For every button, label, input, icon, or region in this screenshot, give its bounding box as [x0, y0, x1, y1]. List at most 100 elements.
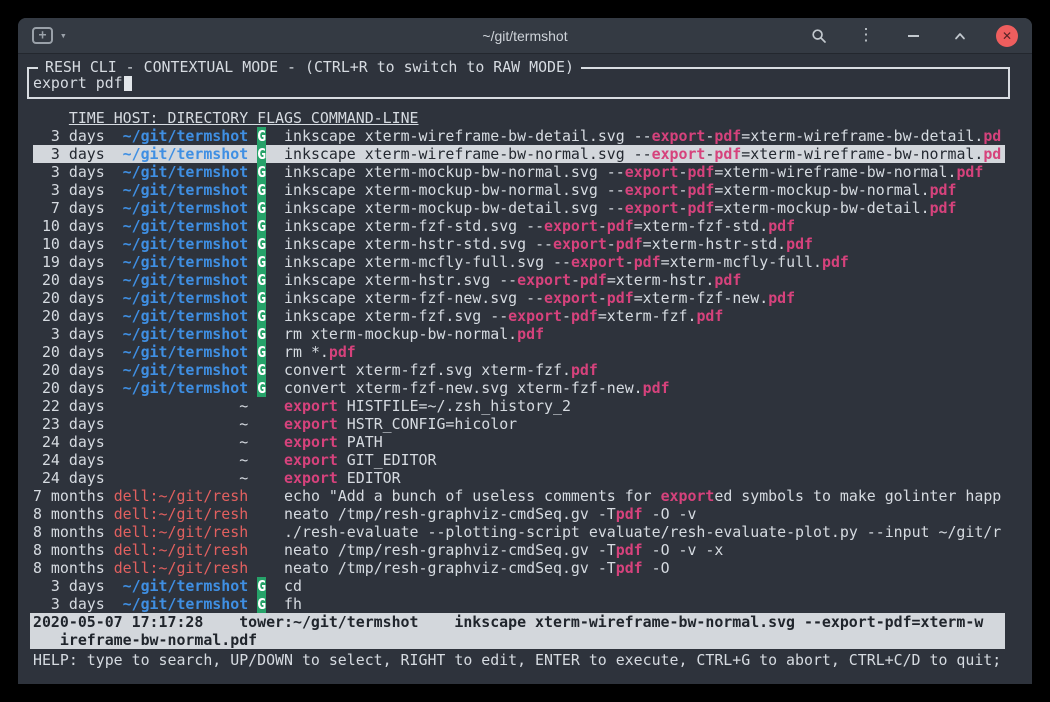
- cmd-text: -: [598, 289, 607, 307]
- spacer: [266, 199, 284, 217]
- history-row[interactable]: 10 days ~/git/termshot G inkscape xterm-…: [33, 235, 1005, 253]
- host-cell: dell:~/git/resh: [114, 505, 248, 523]
- plus-icon: +: [39, 29, 47, 42]
- cmd-match: pdf: [768, 217, 795, 235]
- spacer: [248, 181, 257, 199]
- history-row[interactable]: 3 days ~/git/termshot G rm xterm-mockup-…: [33, 325, 1005, 343]
- time-cell: 8 months: [33, 523, 114, 541]
- cmd-text: inkscape xterm-fzf.svg --: [284, 307, 508, 325]
- host-cell: ~/git/termshot: [114, 145, 248, 163]
- spacer: [266, 541, 284, 559]
- cmd-match: export: [553, 235, 607, 253]
- cmd-text: fh: [284, 595, 302, 613]
- spacer: [248, 325, 257, 343]
- git-flag: G: [257, 325, 266, 343]
- history-row[interactable]: 7 days ~/git/termshot G inkscape xterm-m…: [33, 199, 1005, 217]
- history-row[interactable]: 20 days ~/git/termshot G inkscape xterm-…: [33, 289, 1005, 307]
- history-row[interactable]: 3 days ~/git/termshot G inkscape xterm-m…: [33, 163, 1005, 181]
- host-cell: ~/git/termshot: [114, 217, 248, 235]
- history-row[interactable]: 24 days ~ export EDITOR: [33, 469, 1005, 487]
- time-cell: 24 days: [33, 433, 114, 451]
- history-row[interactable]: 20 days ~/git/termshot G rm *.pdf: [33, 343, 1005, 361]
- cmd-match: pdf: [714, 271, 741, 289]
- new-tab-button[interactable]: +: [32, 27, 53, 44]
- time-cell: 3 days: [33, 577, 114, 595]
- cmd-match: export: [284, 415, 338, 433]
- search-button[interactable]: [808, 25, 830, 47]
- history-row[interactable]: 3 days ~/git/termshot G inkscape xterm-m…: [33, 181, 1005, 199]
- history-row[interactable]: 24 days ~ export PATH: [33, 433, 1005, 451]
- cmd-text: EDITOR: [338, 469, 401, 487]
- cmd-match: pdf: [580, 271, 607, 289]
- history-row[interactable]: 8 months dell:~/git/resh ./resh-evaluate…: [33, 523, 1005, 541]
- cmd-match: pd: [983, 145, 1001, 163]
- spacer: [33, 109, 69, 127]
- history-row[interactable]: 23 days ~ export HSTR_CONFIG=hicolor: [33, 415, 1005, 433]
- search-query[interactable]: export pdf: [33, 74, 123, 92]
- chevron-down-icon[interactable]: ▾: [60, 30, 67, 41]
- cmd-match: pdf: [517, 325, 544, 343]
- history-row[interactable]: 8 months dell:~/git/resh neato /tmp/resh…: [33, 559, 1005, 577]
- status-line-2: ireframe-bw-normal.pdf: [33, 631, 1005, 649]
- history-row[interactable]: 20 days ~/git/termshot G inkscape xterm-…: [33, 307, 1005, 325]
- history-row[interactable]: 8 months dell:~/git/resh neato /tmp/resh…: [33, 505, 1005, 523]
- cmd-match: pdf: [768, 289, 795, 307]
- menu-button[interactable]: ⋮: [855, 25, 877, 47]
- history-row[interactable]: 19 days ~/git/termshot G inkscape xterm-…: [33, 253, 1005, 271]
- time-cell: 3 days: [33, 163, 114, 181]
- cmd-text: =xterm-fzf-std.: [634, 217, 768, 235]
- cmd-match: export: [625, 199, 679, 217]
- cmd-match: pd: [983, 127, 1001, 145]
- cmd-text: =xterm-fzf-new.: [634, 289, 768, 307]
- history-row[interactable]: 22 days ~ export HISTFILE=~/.zsh_history…: [33, 397, 1005, 415]
- history-row[interactable]: 20 days ~/git/termshot G convert xterm-f…: [33, 379, 1005, 397]
- titlebar: + ▾ ~/git/termshot ⋮: [18, 18, 1032, 54]
- history-row[interactable]: 20 days ~/git/termshot G inkscape xterm-…: [33, 271, 1005, 289]
- cmd-match: export: [284, 451, 338, 469]
- restore-button[interactable]: [949, 25, 971, 47]
- spacer: [248, 595, 257, 613]
- history-row[interactable]: 3 days ~/git/termshot G inkscape xterm-w…: [33, 127, 1005, 145]
- time-cell: 10 days: [33, 235, 114, 253]
- spacer: [266, 361, 284, 379]
- cmd-text: -O: [643, 559, 670, 577]
- cmd-match: pdf: [571, 361, 598, 379]
- cmd-text: rm *.: [284, 343, 329, 361]
- history-row[interactable]: 3 days ~/git/termshot G cd: [33, 577, 1005, 595]
- spacer: [257, 505, 266, 523]
- time-cell: 20 days: [33, 307, 114, 325]
- spacer: [248, 433, 257, 451]
- history-row[interactable]: 7 months dell:~/git/resh echo "Add a bun…: [33, 487, 1005, 505]
- time-cell: 20 days: [33, 289, 114, 307]
- cmd-match: pdf: [634, 253, 661, 271]
- close-button[interactable]: ✕: [996, 25, 1018, 47]
- spacer: [248, 397, 257, 415]
- time-cell: 7 days: [33, 199, 114, 217]
- history-row[interactable]: 10 days ~/git/termshot G inkscape xterm-…: [33, 217, 1005, 235]
- status-line-1: 2020-05-07 17:17:28 tower:~/git/termshot…: [33, 613, 1005, 631]
- time-cell: 3 days: [33, 145, 114, 163]
- history-row[interactable]: 24 days ~ export GIT_EDITOR: [33, 451, 1005, 469]
- git-flag: G: [257, 181, 266, 199]
- host-cell: ~: [114, 469, 248, 487]
- spacer: [266, 289, 284, 307]
- history-table: TIME HOST: DIRECTORY FLAGS COMMAND-LINE …: [18, 109, 1032, 613]
- spacer: [266, 325, 284, 343]
- cmd-text: -: [598, 217, 607, 235]
- history-row[interactable]: 3 days ~/git/termshot G inkscape xterm-w…: [33, 145, 1005, 163]
- history-row[interactable]: 20 days ~/git/termshot G convert xterm-f…: [33, 361, 1005, 379]
- history-row[interactable]: 8 months dell:~/git/resh neato /tmp/resh…: [33, 541, 1005, 559]
- cmd-text: inkscape xterm-hstr-std.svg --: [284, 235, 553, 253]
- git-flag: G: [257, 235, 266, 253]
- host-cell: dell:~/git/resh: [114, 487, 248, 505]
- cmd-text: PATH: [338, 433, 383, 451]
- cmd-match: export: [284, 397, 338, 415]
- spacer: [257, 397, 266, 415]
- close-icon: ✕: [1002, 30, 1012, 42]
- spacer: [248, 487, 257, 505]
- minimize-button[interactable]: [902, 25, 924, 47]
- cmd-match: pdf: [714, 127, 741, 145]
- history-row[interactable]: 3 days ~/git/termshot G fh: [33, 595, 1005, 613]
- spacer: [266, 505, 284, 523]
- cmd-text: =xterm-wireframe-bw-normal.: [714, 163, 956, 181]
